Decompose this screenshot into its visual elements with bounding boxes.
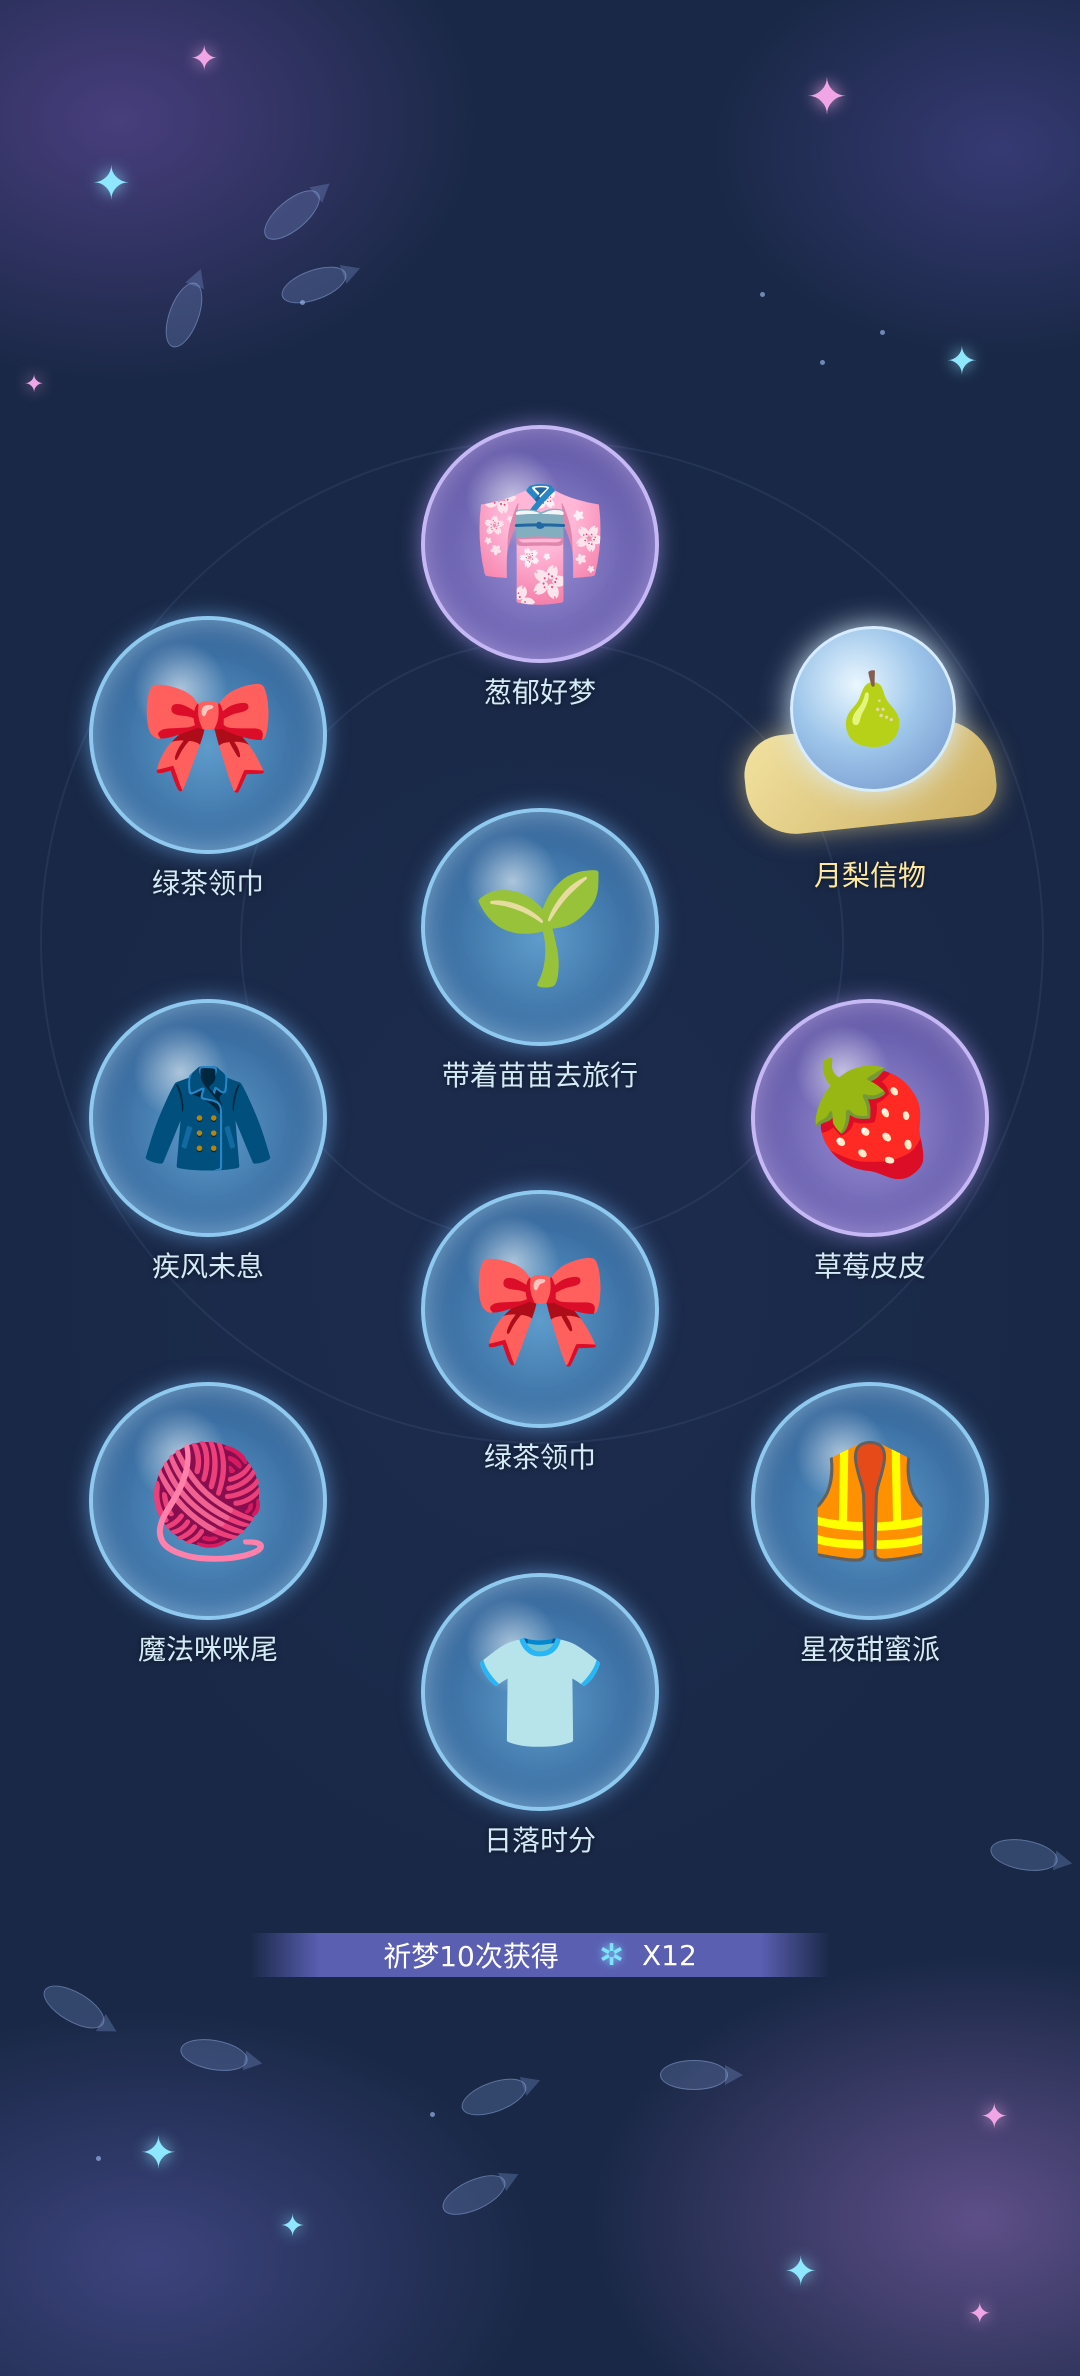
dream-crystal-icon: ✲ (598, 1937, 624, 1973)
reward-item-mo-fa-mi-mi-wei[interactable]: 🧶 魔法咪咪尾 (58, 1382, 358, 1722)
sparkle-star-icon: ✦ (140, 2128, 177, 2179)
banner-count: X12 (641, 1938, 697, 1972)
sparkle-star-icon: ✦ (24, 370, 45, 398)
item-name: 葱郁好梦 (483, 676, 596, 709)
item-bubble: 👕 (421, 1573, 659, 1811)
item-name: 星夜甜蜜派 (799, 1633, 940, 1666)
item-name: 草莓皮皮 (813, 1250, 926, 1283)
black-cloak-icon: 🧥 (139, 1054, 277, 1182)
sparkle-star-icon: ✦ (92, 156, 131, 210)
reward-item-xing-ye-tian-mi-pai[interactable]: 🦺 星夜甜蜜派 (720, 1382, 1020, 1722)
item-bubble: 🧶 (89, 1382, 327, 1620)
item-bubble: 👘 (421, 425, 659, 663)
item-bubble: 🌱 (421, 808, 659, 1046)
reward-item-dai-zhe-miao-miao[interactable]: 🌱 带着苗苗去旅行 (390, 808, 690, 1148)
fish-decoration (660, 2060, 743, 2090)
item-bubble: 🦺 (751, 1382, 989, 1620)
sparkle-star-icon: ✦ (946, 339, 978, 383)
reward-item-cong-yu-hao-meng[interactable]: 👘 葱郁好梦 (390, 425, 690, 765)
sparkle-star-icon: ✦ (980, 2097, 1009, 2137)
sunset-shirt-icon: 👕 (471, 1628, 609, 1756)
item-name: 疾风未息 (151, 1250, 264, 1283)
reward-item-yue-li-xin-wu[interactable]: 🍐 月梨信物 (720, 616, 1020, 956)
starry-vest-icon: 🦺 (801, 1437, 939, 1565)
banner-text: 祈梦10次获得 (383, 1940, 559, 1973)
reward-item-cao-mei-pi-pi[interactable]: 🍓 草莓皮皮 (720, 999, 1020, 1339)
sparkle-star-icon: ✦ (968, 2297, 992, 2330)
green-pajamas-icon: 👘 (471, 480, 609, 608)
reward-item-lv-cha-ling-jin[interactable]: 🎀 绿茶领巾 (58, 616, 358, 956)
strawberry-outfit-icon: 🍓 (801, 1054, 939, 1182)
star-dot (430, 2112, 435, 2117)
item-name: 魔法咪咪尾 (137, 1633, 278, 1666)
special-item-display: 🍐 (740, 616, 1000, 846)
item-name: 日落时分 (483, 1824, 596, 1857)
pull-reward-banner: 祈梦10次获得 ✲ X12 (250, 1933, 830, 1977)
item-bubble: 🎀 (89, 616, 327, 854)
sprout-outfit-icon: 🌱 (471, 863, 609, 991)
item-name: 带着苗苗去旅行 (441, 1059, 638, 1092)
reward-item-ji-feng-wei-xi[interactable]: 🧥 疾风未息 (58, 999, 358, 1339)
yellow-scarf-icon: 🎀 (471, 1245, 609, 1373)
yellow-scarf-icon: 🎀 (139, 671, 277, 799)
star-dot (880, 330, 885, 335)
item-bubble: 🍓 (751, 999, 989, 1237)
star-dot (96, 2156, 101, 2161)
crystal-orb: 🍐 (790, 626, 956, 792)
star-dot (760, 292, 765, 297)
reward-item-lv-cha-ling-jin-2[interactable]: 🎀 绿茶领巾 (390, 1190, 690, 1530)
sparkle-star-icon: ✦ (190, 39, 219, 79)
sparkle-star-icon: ✦ (806, 68, 848, 126)
sparkle-star-icon: ✦ (784, 2249, 818, 2295)
item-name: 绿茶领巾 (151, 867, 264, 900)
yarn-tail-icon: 🧶 (139, 1437, 277, 1565)
item-bubble: 🎀 (421, 1190, 659, 1428)
item-name: 月梨信物 (813, 859, 926, 892)
item-name: 绿茶领巾 (483, 1441, 596, 1474)
sparkle-star-icon: ✦ (280, 2209, 306, 2244)
item-bubble: 🧥 (89, 999, 327, 1237)
reward-item-ri-luo-shi-fen[interactable]: 👕 日落时分 (390, 1573, 690, 1913)
moon-pear-token-icon: 🍐 (829, 668, 917, 750)
star-dot (820, 360, 825, 365)
